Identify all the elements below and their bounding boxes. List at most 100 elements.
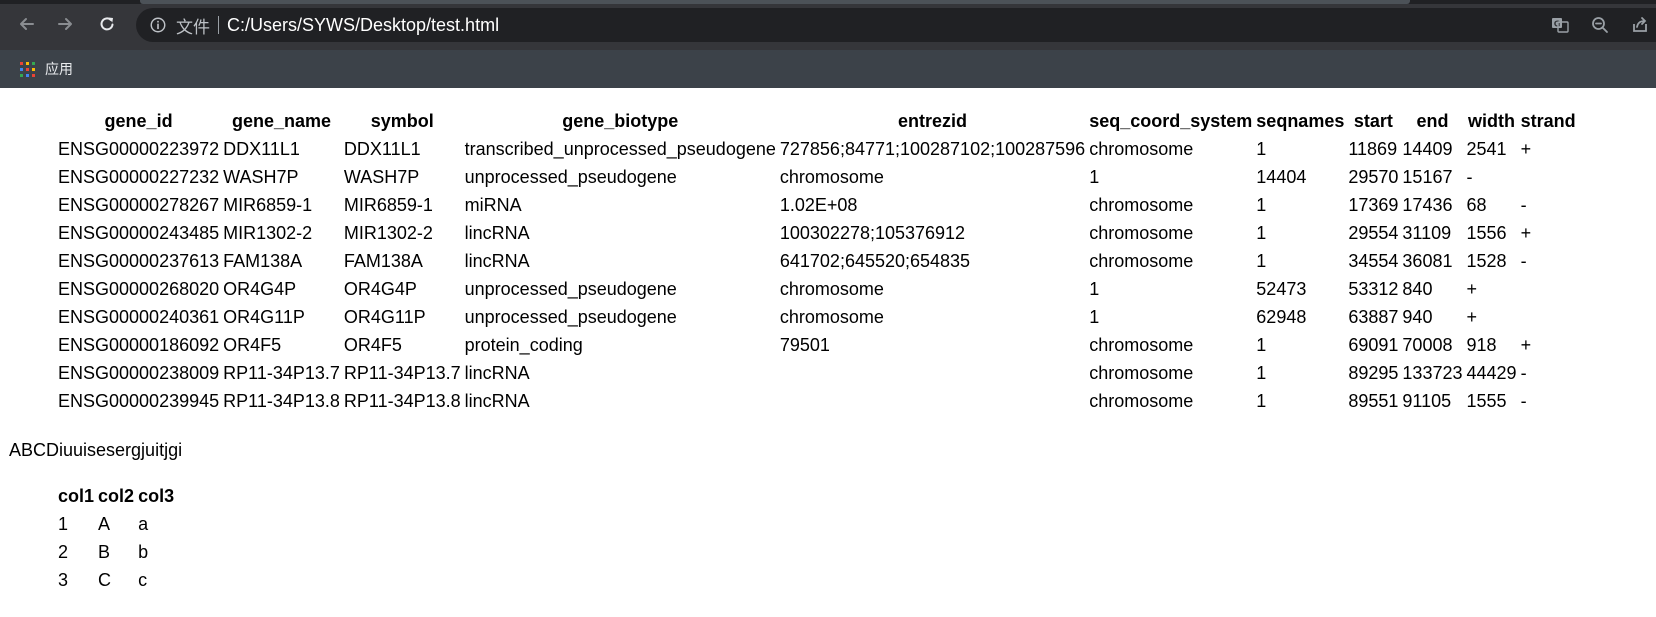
table-cell: DDX11L1 <box>343 138 421 159</box>
table-cell: C <box>98 569 112 590</box>
separator <box>218 16 219 34</box>
table-cell: 2541 <box>1466 138 1507 159</box>
table-cell: ENSG00000186092 <box>58 334 220 355</box>
table-cell: WASH7P <box>223 166 299 187</box>
table-cell: 2 <box>58 541 69 562</box>
table-cell <box>779 388 1086 414</box>
col-header: col3 <box>138 485 175 506</box>
table-cell: chromosome <box>1089 334 1194 355</box>
table-cell: chromosome <box>1089 362 1194 383</box>
table-cell: - <box>1520 250 1527 271</box>
table-cell: c <box>138 569 148 590</box>
table-cell: chromosome <box>1089 250 1194 271</box>
table-cell: 727856;84771;100287102;100287596 <box>779 138 1086 159</box>
table-cell: transcribed_unprocessed_pseudogene <box>464 138 776 159</box>
table-cell: 1 <box>1256 222 1267 243</box>
table-cell: chromosome <box>779 166 884 187</box>
table-cell: OR4G4P <box>223 278 297 299</box>
gene-table-body: ENSG00000223972 DDX11L1 DDX11L1 transcribed… <box>57 136 1577 414</box>
url-text[interactable]: C:/Users/SYWS/Desktop/test.html <box>227 15 499 36</box>
col-header: end <box>1416 110 1449 131</box>
table-row: ENSG00000237613 FAM138A FAM138A lincRNA 6417… <box>57 248 1577 274</box>
table-cell: - <box>1466 166 1473 187</box>
reload-icon <box>100 17 114 31</box>
col-header: symbol <box>370 110 434 131</box>
col-header: width <box>1468 110 1516 131</box>
table-cell: FAM138A <box>223 250 303 271</box>
table-cell: OR4G11P <box>223 306 305 327</box>
table-cell: A <box>98 513 111 534</box>
table-row: ENSG00000278267 MIR6859-1 MIR6859-1 miRNA 1.… <box>57 192 1577 218</box>
table-cell: unprocessed_pseudogene <box>464 166 677 187</box>
table-cell: lincRNA <box>464 250 530 271</box>
table-cell <box>1520 164 1577 190</box>
info-icon[interactable] <box>148 15 168 35</box>
table-cell: 1528 <box>1466 250 1507 271</box>
gene-table: gene_id gene_name symbol gene_biotype en… <box>55 106 1579 416</box>
table-cell: chromosome <box>779 306 884 327</box>
forward-button[interactable] <box>51 10 79 38</box>
scheme-label: 文件 <box>176 17 210 38</box>
col-header: gene_biotype <box>562 110 679 131</box>
active-tab-edge[interactable] <box>140 0 1410 4</box>
table-cell: 1 <box>1089 166 1100 187</box>
col-header: entrezid <box>898 110 968 131</box>
zoom-icon[interactable] <box>1588 13 1612 37</box>
table-cell: 14404 <box>1256 166 1307 187</box>
table-cell: 918 <box>1466 334 1497 355</box>
table-cell: 1 <box>1089 278 1100 299</box>
table-cell: ENSG00000223972 <box>58 138 220 159</box>
reload-button[interactable] <box>93 10 121 38</box>
table-cell: b <box>138 541 149 562</box>
table-cell: 31109 <box>1402 222 1452 243</box>
paragraph-text: ABCDiuuisesergjuitjgi <box>9 440 183 460</box>
table-row: ENSG00000239945 RP11-34P13.8 RP11-34P13.8 l… <box>57 388 1577 414</box>
share-icon[interactable] <box>1628 13 1652 37</box>
table-cell: a <box>138 513 149 534</box>
table-cell: chromosome <box>1089 222 1194 243</box>
table-cell: 1 <box>1256 194 1267 215</box>
table-row: 2 Bb <box>57 539 175 565</box>
table-cell: ENSG00000227232 <box>58 166 220 187</box>
table-cell: ENSG00000240361 <box>58 306 220 327</box>
table-cell: 17436 <box>1402 194 1453 215</box>
table-cell: 34554 <box>1348 250 1399 271</box>
table-cell: OR4G4P <box>343 278 417 299</box>
bookmark-apps[interactable]: 应用 <box>20 59 73 79</box>
table-cell: 36081 <box>1402 250 1453 271</box>
table-cell: chromosome <box>1089 138 1194 159</box>
table-cell: + <box>1520 222 1532 243</box>
table-cell: 52473 <box>1256 278 1307 299</box>
table-cell: 1 <box>1256 334 1267 355</box>
table-cell: MIR6859-1 <box>343 194 433 215</box>
table-cell: lincRNA <box>464 222 530 243</box>
table-cell: 1555 <box>1466 390 1507 411</box>
col-header: col2 <box>98 485 135 506</box>
table-cell: ENSG00000278267 <box>58 194 220 215</box>
table-cell: 69091 <box>1348 334 1399 355</box>
translate-icon[interactable]: G <box>1548 13 1572 37</box>
table-cell: 100302278;105376912 <box>779 222 966 243</box>
table-cell: 1 <box>1256 138 1267 159</box>
table-cell: 840 <box>1402 278 1433 299</box>
table-cell: - <box>1520 390 1527 411</box>
col-header: col1 <box>58 485 95 506</box>
col-header: gene_id <box>104 110 173 131</box>
address-bar[interactable]: 文件 C:/Users/SYWS/Desktop/test.html <box>136 8 1656 42</box>
table-cell: OR4F5 <box>223 334 282 355</box>
table-cell: chromosome <box>779 278 884 299</box>
table-cell: RP11-34P13.8 <box>343 390 461 411</box>
browser-toolbar: 文件 C:/Users/SYWS/Desktop/test.html G <box>0 0 1656 50</box>
table-row: ENSG00000268020 OR4G4P OR4G4P unprocessed_p… <box>57 276 1577 302</box>
apps-grid-icon <box>20 61 35 77</box>
table-cell: 15167 <box>1402 166 1453 187</box>
table-cell: 68 <box>1466 194 1487 215</box>
table-cell <box>1520 304 1577 330</box>
back-button[interactable] <box>13 10 41 38</box>
table-cell: 1 <box>1256 362 1267 383</box>
table-cell: + <box>1520 138 1532 159</box>
small-table: col1 col2 col3 1 Aa 2 Bb 3 Cc <box>55 481 177 595</box>
col-header: strand <box>1520 110 1576 131</box>
table-cell: 89551 <box>1348 390 1399 411</box>
table-cell: MIR1302-2 <box>223 222 313 243</box>
